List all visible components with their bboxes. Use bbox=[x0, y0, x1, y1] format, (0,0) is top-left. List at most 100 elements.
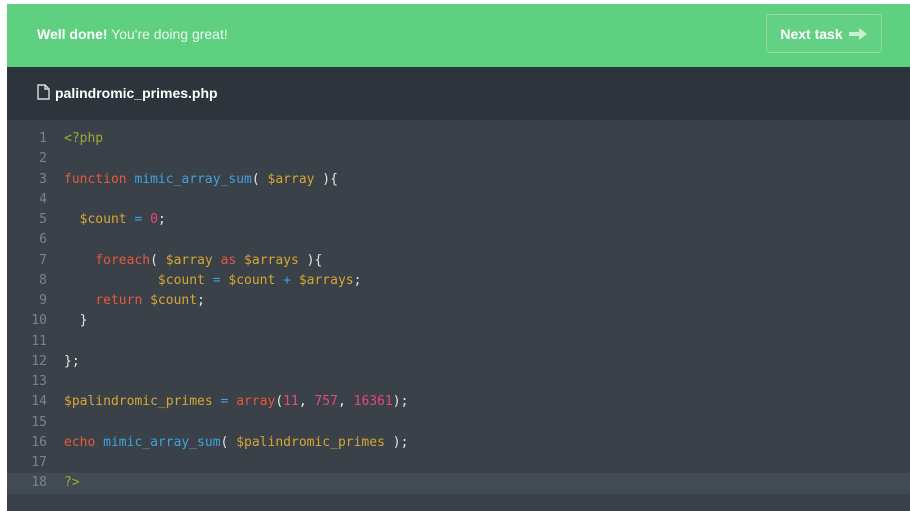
code-token: as bbox=[220, 252, 237, 268]
arrow-right-icon bbox=[848, 27, 867, 40]
line-number: 18 bbox=[31, 475, 47, 491]
code-line: 11 bbox=[7, 332, 910, 352]
code-token: $arrays bbox=[244, 252, 299, 268]
code-token: = bbox=[212, 272, 221, 288]
code-token: $count bbox=[228, 272, 276, 288]
line-number: 16 bbox=[31, 434, 47, 450]
line-code: echo mimic_array_sum( $palindromic_prime… bbox=[64, 433, 408, 453]
line-number: 4 bbox=[39, 191, 47, 207]
code-line: 9 return $count; bbox=[7, 291, 910, 311]
line-number: 2 bbox=[39, 151, 47, 167]
file-header: palindromic_primes.php bbox=[7, 67, 910, 120]
next-task-button[interactable]: Next task bbox=[766, 14, 882, 53]
code-line: 10 } bbox=[7, 311, 910, 331]
code-token: 16361 bbox=[353, 394, 393, 410]
code-line: 1 <?php bbox=[7, 129, 910, 149]
code-line: 4 bbox=[7, 190, 910, 210]
file-name: palindromic_primes.php bbox=[55, 85, 218, 101]
code-token: mimic_array_sum bbox=[134, 171, 252, 187]
line-number: 12 bbox=[31, 353, 47, 369]
code-token: <?php bbox=[64, 131, 104, 146]
code-token: return bbox=[95, 293, 143, 308]
code-token: ( bbox=[150, 252, 166, 268]
code-token: $array bbox=[267, 171, 315, 187]
line-number: 13 bbox=[31, 374, 47, 389]
code-token: $palindromic_primes bbox=[64, 394, 213, 410]
code-token: 11 bbox=[283, 394, 299, 410]
code-token: ( bbox=[251, 171, 268, 187]
code-token: ){ bbox=[298, 252, 323, 268]
success-message-strong: Well done! bbox=[37, 26, 108, 42]
next-task-label: Next task bbox=[780, 25, 843, 42]
code-token: $count bbox=[157, 272, 205, 288]
code-token: mimic_array_sum bbox=[103, 434, 221, 450]
code-token: + bbox=[283, 272, 291, 288]
code-editor[interactable]: 1 <?php 2 3 function mimic_array_sum( $array… bbox=[7, 129, 910, 494]
code-token: $array bbox=[165, 252, 213, 268]
line-code: <?php bbox=[64, 129, 103, 149]
line-code: } bbox=[64, 311, 88, 331]
file-icon bbox=[37, 84, 50, 100]
code-token: $count bbox=[150, 293, 198, 308]
code-token: } bbox=[64, 313, 88, 329]
line-number: 17 bbox=[31, 455, 47, 470]
code-line: 6 bbox=[7, 230, 910, 250]
line-number: 10 bbox=[31, 313, 47, 329]
code-token: ; bbox=[157, 212, 166, 227]
code-token: ?> bbox=[64, 475, 80, 491]
line-number: 6 bbox=[39, 232, 47, 248]
line-number: 3 bbox=[39, 171, 47, 187]
code-line: 15 bbox=[7, 413, 910, 433]
line-number: 5 bbox=[39, 212, 47, 227]
line-number: 7 bbox=[39, 252, 47, 268]
code-token: , bbox=[337, 394, 354, 410]
code-token: , bbox=[298, 394, 315, 410]
code-line: 13 bbox=[7, 372, 910, 392]
code-token: 0 bbox=[150, 212, 158, 227]
code-token: 757 bbox=[314, 394, 338, 410]
line-code: return $count; bbox=[64, 291, 205, 311]
code-token: $arrays bbox=[298, 272, 354, 288]
code-token: ( bbox=[275, 394, 284, 410]
lesson-panel: Well done! You're doing great! Next task… bbox=[7, 4, 910, 511]
code-line: 18 ?> bbox=[7, 473, 910, 494]
line-code: $count = $count + $arrays; bbox=[64, 271, 362, 291]
code-token: $palindromic_primes bbox=[236, 434, 385, 450]
line-number: 8 bbox=[39, 272, 47, 288]
success-banner: Well done! You're doing great! Next task bbox=[7, 4, 910, 67]
code-token: ; bbox=[197, 293, 205, 308]
line-number: 15 bbox=[31, 414, 47, 430]
code-line: 12}; bbox=[7, 352, 910, 372]
line-number: 11 bbox=[31, 333, 47, 349]
line-code: }; bbox=[64, 352, 80, 372]
code-token: array bbox=[236, 394, 276, 410]
line-number: 9 bbox=[39, 293, 47, 308]
code-line: 2 bbox=[7, 149, 910, 169]
line-code: function mimic_array_sum( $array ){ bbox=[64, 170, 338, 190]
line-code: foreach( $array as $arrays ){ bbox=[64, 251, 322, 271]
code-token: ); bbox=[392, 394, 409, 410]
code-line: 14 $palindromic_primes = array(11, 757, 1… bbox=[7, 392, 910, 412]
success-message-rest: You're doing great! bbox=[107, 26, 228, 42]
code-line: 7 foreach( $array as $arrays ){ bbox=[7, 251, 910, 271]
line-code: $count = 0; bbox=[64, 210, 166, 230]
code-token: ( bbox=[220, 434, 237, 450]
code-line: 5 $count = 0; bbox=[7, 210, 910, 230]
line-code: ?> bbox=[64, 473, 80, 493]
code-token: ; bbox=[353, 272, 362, 288]
code-token: foreach bbox=[95, 252, 151, 268]
code-line: 17 bbox=[7, 453, 910, 473]
code-line: 8 $count = $count + $arrays; bbox=[7, 271, 910, 291]
code-token: ); bbox=[384, 434, 409, 450]
